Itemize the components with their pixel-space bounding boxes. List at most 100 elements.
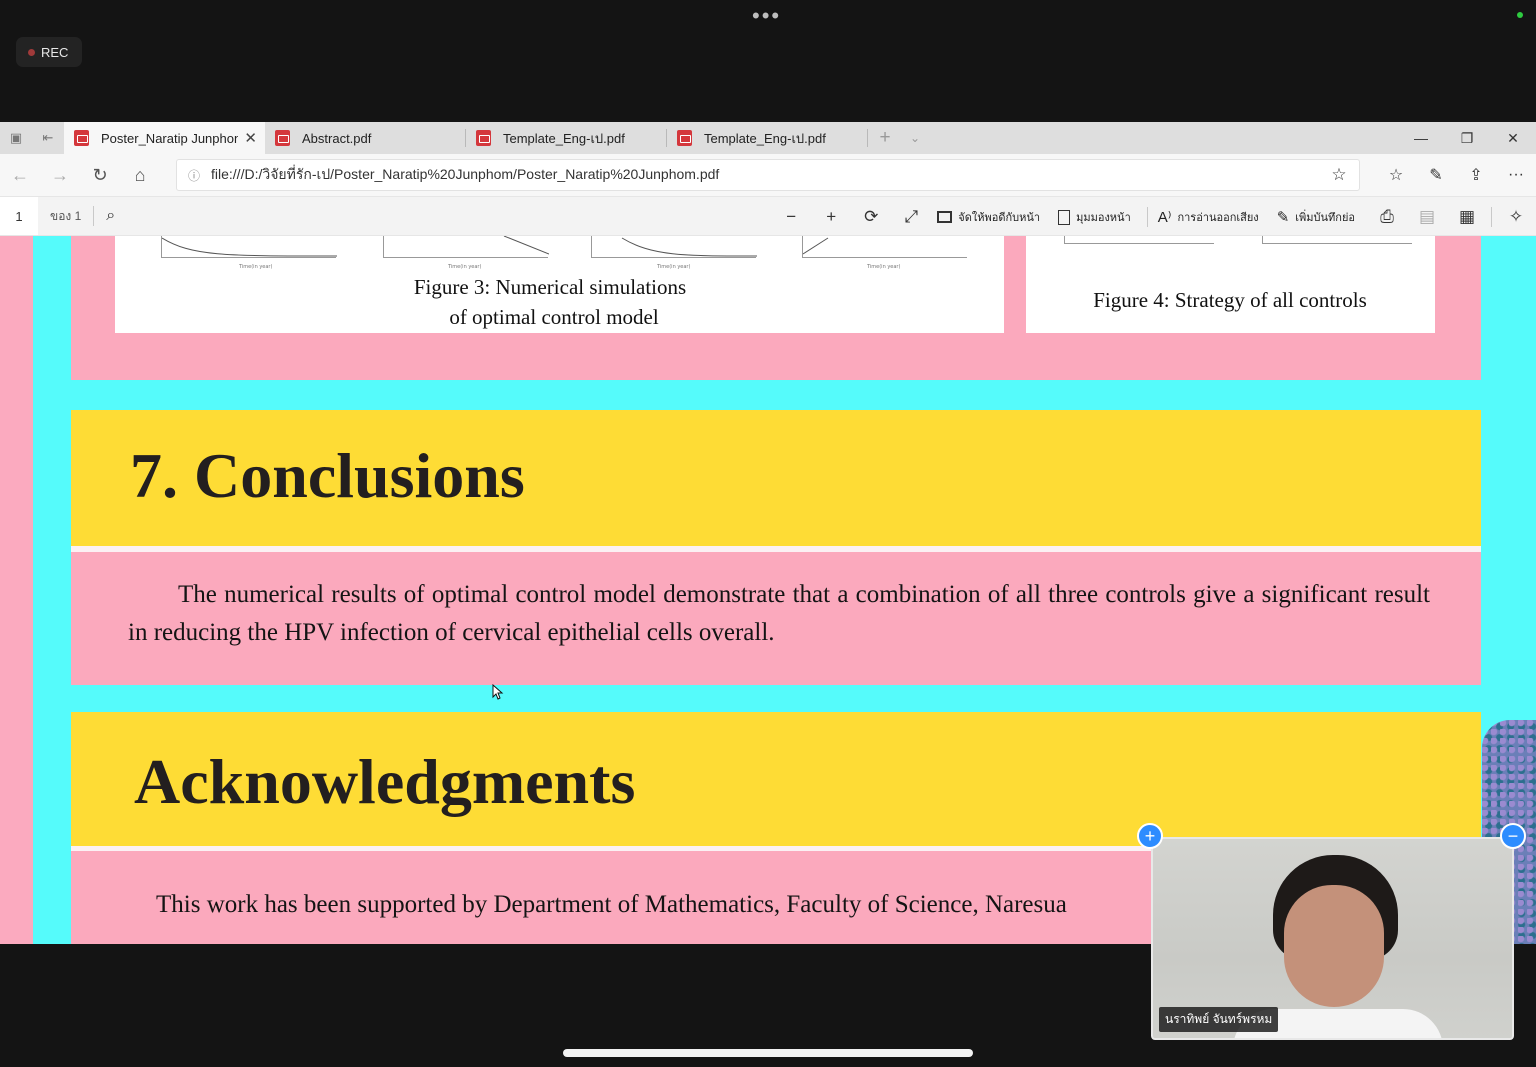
axis-label: Time(in year) (657, 264, 691, 270)
acknowledgments-text: This work has been supported by Departme… (156, 891, 1067, 918)
divider (1491, 207, 1492, 227)
page-view-label: มุมมองหน้า (1076, 212, 1131, 224)
figure-4-plot-1 (1064, 236, 1214, 244)
minimize-video-icon[interactable]: − (1500, 823, 1526, 849)
expand-video-icon[interactable]: + (1137, 823, 1163, 849)
browser-actions: ☆ ✎ ⇪ ··· (1376, 154, 1536, 196)
rotate-icon[interactable]: ⟳ (851, 207, 891, 227)
rec-label: REC (41, 44, 69, 60)
close-tab-icon[interactable]: ✕ (244, 129, 257, 147)
tab-template-2[interactable]: Template_Eng-เป.pdf (667, 122, 868, 154)
forward-icon[interactable]: → (40, 165, 80, 186)
save-as-icon[interactable]: ▦ (1447, 207, 1487, 227)
window-controls: — ❐ ✕ (1398, 122, 1536, 154)
tab-abstract[interactable]: Abstract.pdf (265, 122, 466, 154)
page-view-button[interactable]: มุมมองหน้า (1052, 208, 1143, 226)
pin-toolbar-icon[interactable]: ✧ (1496, 207, 1536, 227)
tab-poster[interactable]: Poster_Naratip Junphon ✕ (64, 122, 265, 154)
restore-icon[interactable]: ❐ (1444, 122, 1490, 154)
axis-label: Time(in year) (867, 264, 901, 270)
back-icon[interactable]: ← (0, 165, 40, 186)
tab-divider (867, 129, 868, 147)
plot-curve (621, 237, 757, 257)
share-icon[interactable]: ⇪ (1456, 165, 1496, 185)
new-tab-icon[interactable]: + (870, 122, 900, 154)
tab-list-chevron-icon[interactable]: ⌄ (900, 122, 930, 154)
pdf-icon (476, 130, 491, 146)
pdf-tools: − + ⟳ ⤢ จัดให้พอดีกับหน้า มุมมองหน้า A⁾ … (771, 197, 1536, 237)
minimize-icon[interactable]: — (1398, 122, 1444, 154)
navigation-bar: ← → ↻ ⌂ ⓘ file:///D:/วิจัยที่รัก-เป/Post… (0, 154, 1536, 196)
pdf-toolbar: 1 ของ 1 ⌕ − + ⟳ ⤢ จัดให้พอดีกับหน้า มุมม… (0, 196, 1536, 236)
set-tabs-aside-icon[interactable]: ⇤ (32, 122, 64, 154)
figure-3-caption-line-2: of optimal control model (449, 305, 659, 329)
participant-video[interactable]: นราทิพย์ จันทร์พรหม (1151, 837, 1514, 1040)
axis-label: Time(in year) (448, 264, 482, 270)
page-view-icon (1058, 209, 1071, 225)
search-icon[interactable]: ⌕ (106, 207, 115, 225)
refresh-icon[interactable]: ↻ (80, 165, 120, 186)
tab-bar: ▣ ⇤ Poster_Naratip Junphon ✕ Abstract.pd… (0, 122, 1536, 154)
tab-label: Poster_Naratip Junphon (101, 130, 239, 146)
add-notes-button[interactable]: ✎ เพิ่มบันทึกย่อ (1271, 208, 1367, 226)
read-aloud-icon: A⁾ (1157, 209, 1172, 226)
mouse-cursor-icon (492, 684, 504, 700)
plot-curve (803, 237, 829, 255)
participant-name: นราทิพย์ จันทร์พรหม (1159, 1007, 1279, 1032)
figure-4-plot-2 (1262, 236, 1412, 244)
camera-status-icon (1517, 12, 1523, 18)
tab-label: Template_Eng-เป.pdf (503, 130, 625, 146)
full-screen-icon[interactable]: ⤢ (891, 207, 931, 227)
conclusions-text: The numerical results of optimal control… (128, 581, 1430, 646)
plot-curve (162, 237, 337, 257)
screen: ••• REC ▣ ⇤ Poster_Naratip Junphon ✕ Abs… (0, 0, 1536, 1067)
pdf-icon (275, 130, 290, 146)
tab-label: Abstract.pdf (302, 130, 372, 146)
page-number-input[interactable]: 1 (0, 197, 38, 235)
fit-page-label: จัดให้พอดีกับหน้า (958, 212, 1041, 224)
recording-indicator: REC (16, 37, 82, 67)
read-aloud-button[interactable]: A⁾ การอ่านออกเสียง (1152, 208, 1271, 226)
plot-curve (503, 236, 549, 255)
figure-3-plot-4 (802, 236, 967, 258)
figure-3-plot-2 (383, 236, 549, 258)
divider (1146, 207, 1148, 227)
tab-actions-icon[interactable]: ▣ (0, 122, 32, 154)
record-dot-icon (28, 48, 35, 56)
print-icon[interactable]: ⎙ (1367, 207, 1407, 227)
url-text[interactable]: file:///D:/วิจัยที่รัก-เป/Poster_Naratip… (211, 164, 1319, 186)
pdf-icon (74, 130, 89, 146)
pdf-icon (677, 130, 692, 146)
home-indicator[interactable] (563, 1049, 973, 1057)
page-count: ของ 1 (50, 208, 82, 223)
more-icon[interactable]: ··· (1496, 166, 1536, 184)
tab-label: Template_Eng-เป.pdf (704, 130, 826, 146)
home-icon[interactable]: ⌂ (120, 165, 160, 186)
figure-4-caption: Figure 4: Strategy of all controls (1093, 288, 1367, 312)
zoom-out-icon[interactable]: − (771, 207, 811, 227)
read-aloud-label: การอ่านออกเสียง (1177, 212, 1259, 224)
add-notes-label: เพิ่มบันทึกย่อ (1295, 212, 1355, 224)
axis-label: Time(in year) (239, 264, 273, 270)
figure-3-plot-1 (161, 236, 337, 258)
zoom-in-icon[interactable]: + (811, 207, 851, 227)
figure-3-plot-3 (591, 236, 757, 258)
figure-3-caption-line-1: Figure 3: Numerical simulations (413, 275, 687, 299)
close-window-icon[interactable]: ✕ (1490, 122, 1536, 154)
participant-face (1284, 885, 1384, 1007)
fit-to-page-button[interactable]: จัดให้พอดีกับหน้า (931, 208, 1052, 226)
divider (93, 206, 95, 226)
fit-page-icon (937, 211, 953, 223)
pen-icon[interactable]: ✎ (1416, 165, 1456, 185)
acknowledgments-heading: Acknowledgments (134, 746, 636, 817)
draw-icon: ✎ (1276, 209, 1290, 226)
favorite-star-icon[interactable]: ☆ (1319, 165, 1359, 185)
address-bar[interactable]: ⓘ file:///D:/วิจัยที่รัก-เป/Poster_Narat… (176, 159, 1360, 191)
favorites-icon[interactable]: ☆ (1376, 165, 1416, 185)
more-options-icon[interactable]: ••• (752, 5, 781, 27)
save-icon[interactable]: ▤ (1407, 207, 1447, 227)
conclusions-heading: 7. Conclusions (130, 440, 525, 511)
browser-window: ▣ ⇤ Poster_Naratip Junphon ✕ Abstract.pd… (0, 122, 1536, 944)
tab-template-1[interactable]: Template_Eng-เป.pdf (466, 122, 667, 154)
info-icon[interactable]: ⓘ (177, 167, 211, 184)
